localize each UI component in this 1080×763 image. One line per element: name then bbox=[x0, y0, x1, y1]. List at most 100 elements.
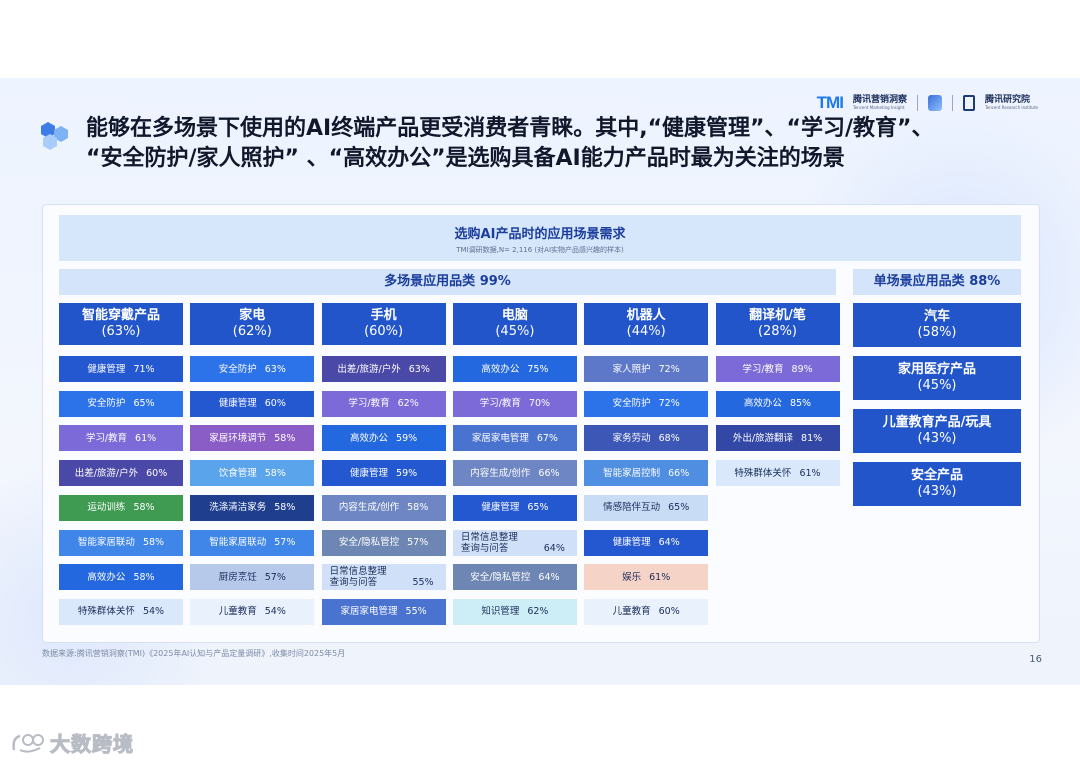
scene-value: 85% bbox=[789, 398, 812, 410]
single-category-share: (43%) bbox=[917, 431, 957, 446]
scene-label: 厨房烹饪 bbox=[218, 571, 257, 583]
scene-value: 70% bbox=[528, 398, 551, 410]
scene-label: 学习/教育 bbox=[742, 363, 784, 375]
category-share: (62%) bbox=[232, 324, 272, 339]
scene-value: 64% bbox=[538, 571, 560, 583]
research-institute-name: 腾讯研究院 bbox=[984, 95, 1030, 105]
scene-cell: 家人照护 72% bbox=[584, 356, 709, 382]
page-number: 16 bbox=[1029, 654, 1042, 665]
tmi-logo-mark: TMI bbox=[816, 93, 844, 112]
single-category-name: 安全产品 bbox=[910, 468, 963, 483]
single-category-name: 家用医疗产品 bbox=[897, 362, 976, 377]
scene-label: 娱乐 bbox=[622, 571, 642, 583]
research-institute-logo-icon bbox=[962, 95, 975, 111]
scene-label: 饮食管理 bbox=[218, 467, 257, 479]
headline: 能够在多场景下使用的AI终端产品更受消费者青睐。其中,“健康管理”、“学习/教育… bbox=[86, 116, 934, 171]
single-category-name: 儿童教育产品/玩具 bbox=[882, 415, 992, 430]
logo-divider bbox=[916, 95, 918, 111]
scene-label: 洗涤清洁家务 bbox=[209, 502, 267, 514]
scene-cell: 内容生成/创作 66% bbox=[452, 460, 577, 487]
scene-cell: 安全/隐私管控 64% bbox=[452, 564, 577, 591]
scene-cell: 安全防护 63% bbox=[190, 356, 315, 382]
scene-label: 学习/教育 bbox=[479, 398, 521, 410]
scene-label: 安全防护 bbox=[218, 363, 257, 375]
scene-cell: 饮食管理 58% bbox=[190, 460, 315, 487]
scene-cell: 厨房烹饪 57% bbox=[190, 564, 315, 591]
scene-label: 情感陪伴互动 bbox=[603, 502, 661, 514]
scene-label: 安全防护 bbox=[87, 398, 126, 410]
scene-label: 高效办公 bbox=[87, 571, 126, 583]
scene-cell: 学习/教育 70% bbox=[452, 390, 577, 417]
scene-cell: 日常信息整理 查询与问答 55% bbox=[321, 564, 446, 591]
scene-value: 61% bbox=[799, 467, 821, 479]
scene-label: 家居家电管理 bbox=[340, 606, 398, 618]
single-category-box: 家用医疗产品 (45%) bbox=[853, 356, 1021, 400]
scene-cell: 运动训练 58% bbox=[59, 494, 183, 521]
scene-label: 出差/旅游/户外 bbox=[337, 363, 401, 375]
scene-cell: 特殊群体关怀 61% bbox=[715, 460, 840, 487]
scene-value: 58% bbox=[274, 432, 296, 444]
scene-value: 72% bbox=[658, 398, 680, 410]
scene-value: 62% bbox=[527, 606, 549, 618]
scene-label: 智能家居联动 bbox=[209, 537, 267, 548]
scene-value: 58% bbox=[407, 502, 429, 514]
scene-value: 89% bbox=[791, 363, 813, 375]
scene-label: 儿童教育 bbox=[612, 606, 651, 618]
chart-panel: 选购AI产品时的应用场景需求 TMI调研数据,N= 2,116 (对AI实物产品… bbox=[42, 204, 1040, 643]
single-category-box: 儿童教育产品/玩具 (43%) bbox=[853, 409, 1021, 453]
scene-label: 外出/旅游翻译 bbox=[732, 432, 794, 444]
scene-value: 55% bbox=[405, 606, 427, 618]
tmi-logo-sub: Tencent Marketing Insight bbox=[852, 105, 905, 110]
scene-cell: 安全防护 72% bbox=[584, 390, 709, 417]
scene-label: 内容生成/创作 bbox=[470, 467, 531, 479]
scene-cell: 学习/教育 89% bbox=[715, 356, 840, 382]
scene-cell: 高效办公 85% bbox=[715, 390, 840, 417]
scene-value: 60% bbox=[264, 398, 286, 410]
scene-cell: 高效办公 58% bbox=[59, 564, 183, 591]
category-share: (28%) bbox=[757, 324, 798, 339]
scene-label: 高效办公 bbox=[350, 432, 389, 444]
scene-value: 64% bbox=[543, 542, 565, 554]
scene-value: 54% bbox=[264, 606, 286, 618]
scene-value: 55% bbox=[412, 577, 434, 589]
scene-cell: 内容生成/创作 58% bbox=[321, 494, 446, 521]
single-category-box: 汽车 (58%) bbox=[853, 303, 1021, 347]
scene-value: 54% bbox=[142, 606, 165, 618]
scene-value: 61% bbox=[135, 432, 157, 444]
logo-divider bbox=[951, 95, 953, 111]
scene-cell: 外出/旅游翻译 81% bbox=[715, 425, 840, 452]
scene-label: 健康管理 bbox=[87, 363, 126, 375]
scene-value: 57% bbox=[274, 537, 296, 548]
scene-label: 内容生成/创作 bbox=[338, 502, 400, 514]
scene-value: 65% bbox=[527, 502, 549, 514]
scene-value: 65% bbox=[133, 398, 155, 410]
scene-cell: 儿童教育 54% bbox=[190, 598, 315, 625]
scene-cell: 出差/旅游/户外 63% bbox=[321, 356, 446, 382]
research-institute-logo: 腾讯研究院 Tencent Research Institute bbox=[984, 95, 1038, 111]
scene-label: 健康管理 bbox=[350, 467, 389, 479]
single-category-name: 汽车 bbox=[923, 309, 950, 324]
category-name: 电脑 bbox=[501, 308, 528, 323]
scene-label: 家居家电管理 bbox=[471, 432, 529, 444]
chart-subtitle: TMI调研数据,N= 2,116 (对AI实物产品感兴趣的样本) bbox=[456, 246, 624, 254]
chart-banner: 选购AI产品时的应用场景需求 TMI调研数据,N= 2,116 (对AI实物产品… bbox=[59, 215, 1021, 261]
scene-label: 儿童教育 bbox=[218, 606, 257, 618]
scene-label: 家居环境调节 bbox=[209, 432, 267, 444]
research-institute-sub: Tencent Research Institute bbox=[984, 105, 1038, 110]
scene-label: 家务劳动 bbox=[612, 432, 651, 444]
scene-cell: 特殊群体关怀 54% bbox=[59, 598, 183, 625]
scene-value: 64% bbox=[658, 537, 680, 548]
scene-value: 66% bbox=[668, 467, 690, 479]
scene-cell: 健康管理 60% bbox=[190, 390, 315, 417]
multi-scene-group-header: 多场景应用品类 99% bbox=[59, 269, 836, 295]
category-header: 翻译机/笔 (28%) bbox=[715, 303, 840, 345]
scene-value: 75% bbox=[527, 363, 549, 375]
scene-cell: 学习/教育 61% bbox=[59, 425, 183, 452]
scene-cell: 家居环境调节 58% bbox=[190, 425, 315, 452]
scene-label: 出差/旅游/户外 bbox=[74, 467, 139, 479]
scene-value: 60% bbox=[146, 467, 168, 479]
scene-cell: 安全防护 65% bbox=[59, 390, 183, 417]
scene-value: 58% bbox=[264, 467, 286, 479]
scene-value: 57% bbox=[407, 537, 429, 548]
scene-label: 知识管理 bbox=[481, 606, 520, 618]
